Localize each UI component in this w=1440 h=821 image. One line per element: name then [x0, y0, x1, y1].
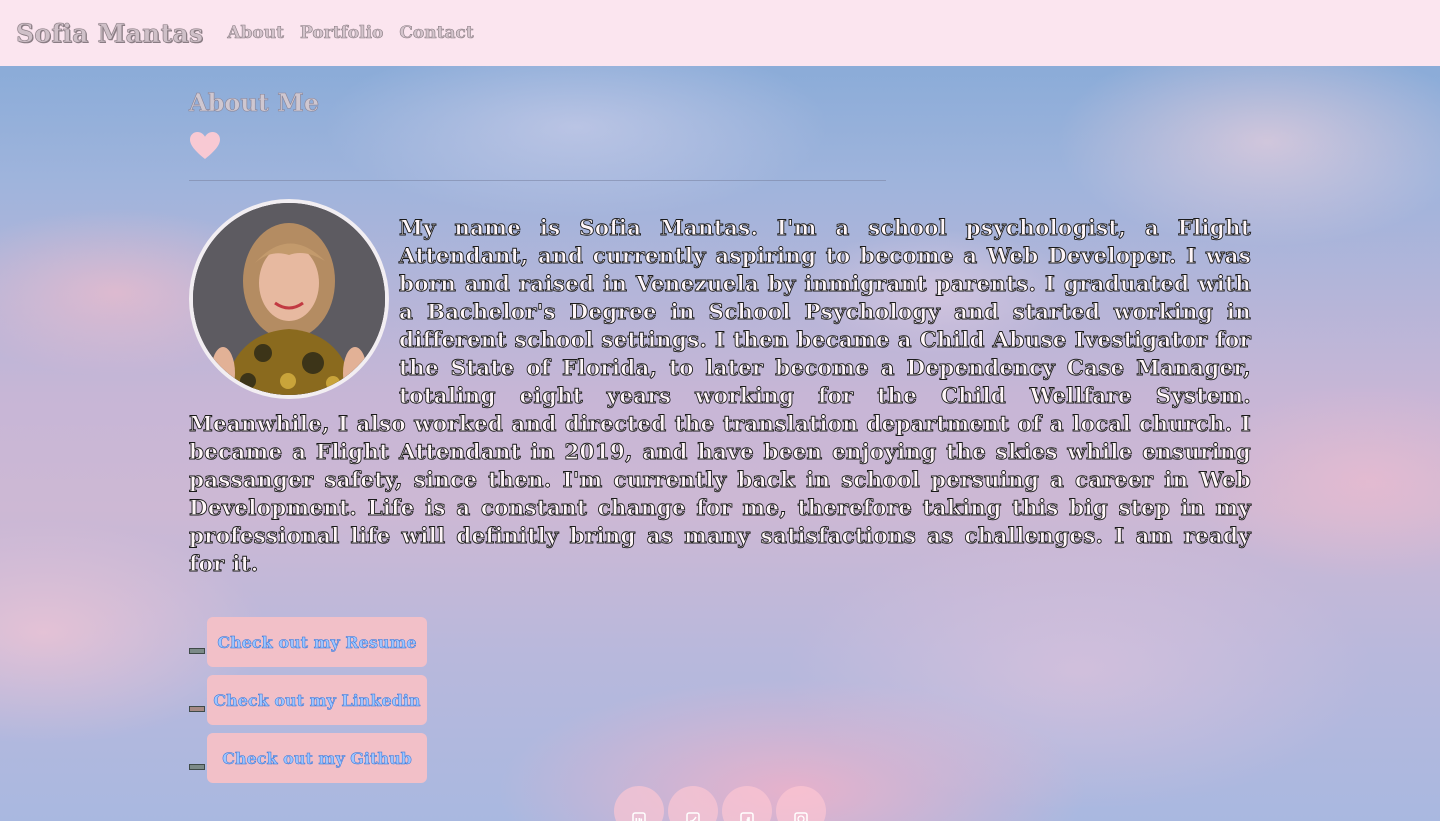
nav-link-contact[interactable]: Contact: [399, 23, 474, 44]
github-small-icon: [189, 764, 205, 770]
linkedin-row: Check out my Linkedin: [189, 675, 427, 725]
linkedin-icon[interactable]: [614, 786, 664, 821]
nav-links: About Portfolio Contact: [227, 23, 474, 44]
profile-photo: [189, 199, 389, 399]
section-divider: [189, 180, 886, 181]
linkedin-small-icon: [189, 706, 205, 712]
linkedin-button[interactable]: Check out my Linkedin: [207, 675, 427, 725]
resume-row: Check out my Resume: [189, 617, 427, 667]
github-row: Check out my Github: [189, 733, 427, 783]
heart-icon: [190, 132, 220, 159]
facebook-icon[interactable]: [722, 786, 772, 821]
navbar: Sofia Mantas About Portfolio Contact: [0, 0, 1440, 66]
twitter-icon[interactable]: [668, 786, 718, 821]
social-links: [614, 786, 826, 821]
resume-icon: [189, 648, 205, 654]
brand-logo[interactable]: Sofia Mantas: [16, 18, 204, 48]
github-icon[interactable]: [776, 786, 826, 821]
github-button[interactable]: Check out my Github: [207, 733, 427, 783]
nav-link-about[interactable]: About: [227, 23, 284, 44]
about-content: My name is Sofia Mantas. I'm a school ps…: [189, 199, 1251, 579]
nav-link-portfolio[interactable]: Portfolio: [300, 23, 384, 44]
section-title: About Me: [189, 88, 320, 118]
resume-button[interactable]: Check out my Resume: [207, 617, 427, 667]
